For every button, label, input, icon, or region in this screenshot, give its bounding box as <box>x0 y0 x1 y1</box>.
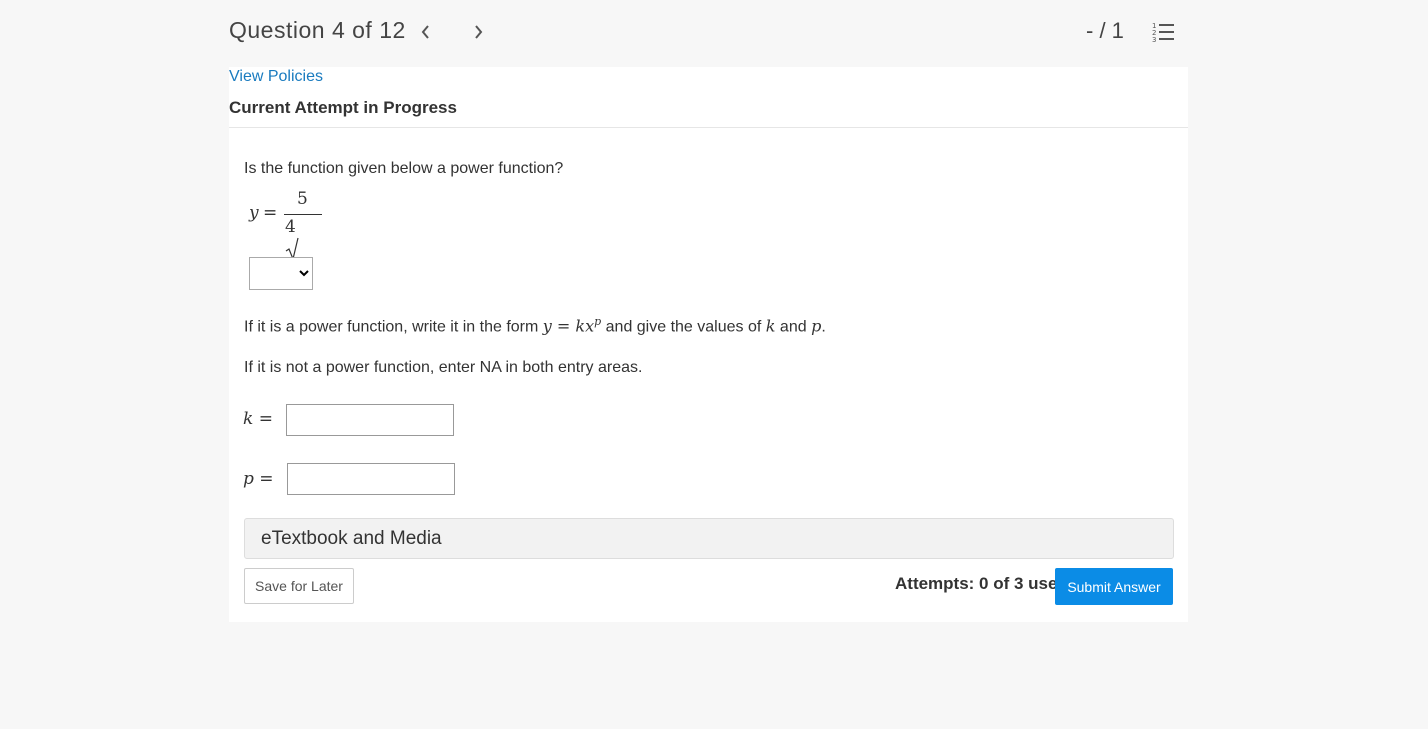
denominator-coefficient: 4 <box>285 217 296 237</box>
chevron-left-icon <box>421 25 429 39</box>
k-input[interactable] <box>286 404 454 436</box>
save-for-later-button[interactable]: Save for Later <box>244 568 354 604</box>
etextbook-label: eTextbook and Media <box>261 528 442 549</box>
p-label: p = <box>243 469 274 489</box>
svg-text:3: 3 <box>1152 36 1156 44</box>
equation-lhs: y <box>249 203 259 223</box>
power-function-dropdown[interactable] <box>249 257 313 290</box>
chevron-right-icon <box>475 25 483 39</box>
equation-numerator: 5 <box>297 189 308 209</box>
equation-equals: = <box>263 203 278 223</box>
k-label: k = <box>243 409 273 429</box>
score-display: - / 1 <box>1086 18 1124 43</box>
instruction-line-2: If it is not a power function, enter NA … <box>244 359 643 376</box>
question-card: View Policies Current Attempt in Progres… <box>229 67 1188 622</box>
instruction-period: . <box>821 318 826 336</box>
etextbook-media-panel[interactable]: eTextbook and Media <box>244 518 1174 559</box>
instruction-text: and give the values of <box>605 318 762 336</box>
attempt-heading: Current Attempt in Progress <box>229 98 457 117</box>
divider <box>229 127 1188 128</box>
submit-answer-button[interactable]: Submit Answer <box>1055 568 1173 605</box>
power-form-exponent: p <box>594 315 602 328</box>
instruction-text: and <box>779 318 807 336</box>
instruction-text: If it is a power function, write it in t… <box>244 318 539 336</box>
p-input[interactable] <box>287 463 455 495</box>
view-policies-link[interactable]: View Policies <box>229 68 323 86</box>
variable-p: p <box>811 316 822 336</box>
fraction-bar <box>284 214 322 215</box>
top-bar: Question 4 of 12 - / 1 1 2 3 <box>0 0 1428 66</box>
question-prompt: Is the function given below a power func… <box>244 160 564 177</box>
variable-k: k <box>765 316 776 336</box>
question-list-button[interactable]: 1 2 3 <box>1150 19 1178 45</box>
previous-question-button[interactable] <box>414 20 438 44</box>
instruction-line-1: If it is a power function, write it in t… <box>244 315 826 336</box>
attempts-counter: Attempts: 0 of 3 used <box>895 574 1068 593</box>
question-title: Question 4 of 12 <box>229 17 406 43</box>
numbered-list-icon: 1 2 3 <box>1152 22 1174 44</box>
power-form: y = kx <box>542 316 595 336</box>
next-question-button[interactable] <box>466 20 490 44</box>
